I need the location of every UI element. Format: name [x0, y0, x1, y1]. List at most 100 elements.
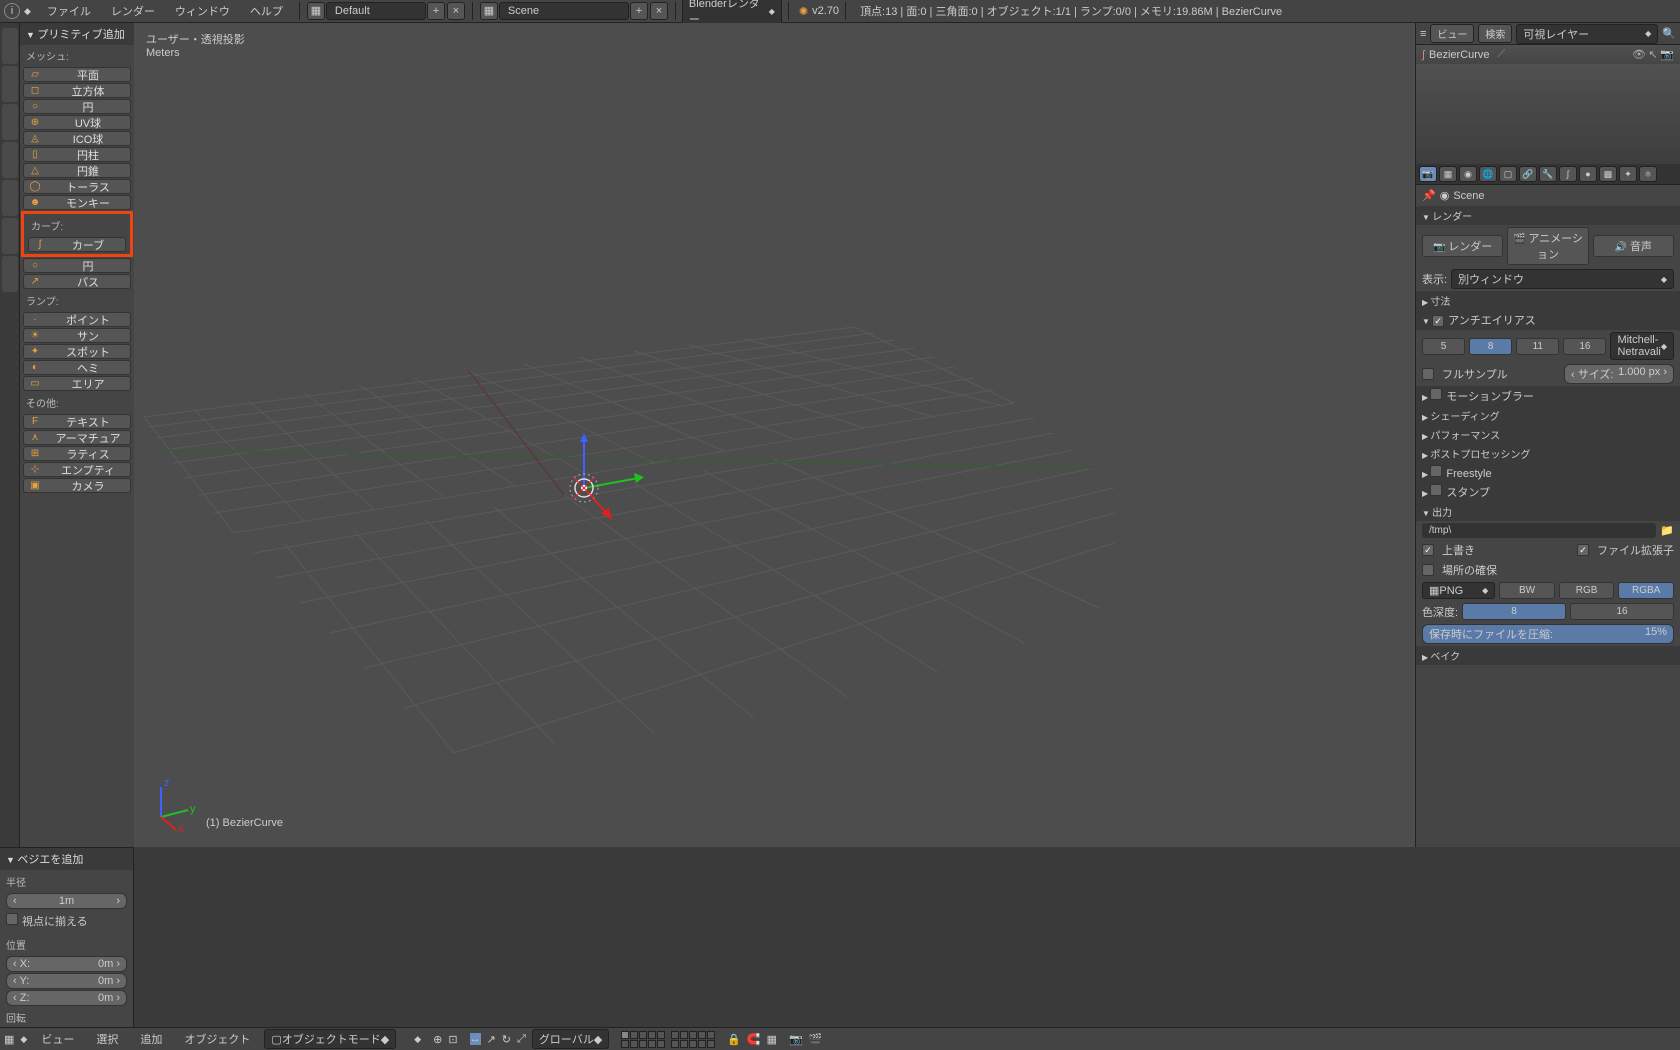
fullsample-checkbox[interactable] [1422, 368, 1434, 380]
orientation-dropdown[interactable]: グローバル ◆ [532, 1029, 609, 1049]
manipulator-toggle[interactable]: ↔ [470, 1033, 481, 1045]
vtab[interactable] [2, 104, 18, 140]
render-tab[interactable]: 📷 [1419, 166, 1437, 182]
outliner-filter-dropdown[interactable]: 可視レイヤー◆ [1516, 24, 1658, 44]
scene-field[interactable]: Scene [499, 2, 629, 20]
aa-size-field[interactable]: ‹ サイズ:1.000 px › [1564, 364, 1674, 384]
scene-add-button[interactable]: + [630, 2, 648, 20]
menu-help[interactable]: ヘルプ [240, 3, 293, 19]
add-torus-button[interactable]: ◯トーラス [23, 179, 131, 194]
add-armature-button[interactable]: ⋏アーマチュア [23, 430, 131, 445]
menu-file[interactable]: ファイル [37, 3, 101, 19]
lock-camera-icon[interactable]: 🔒 [727, 1033, 741, 1046]
outliner-item-beziercurve[interactable]: ∫ BezierCurve ⟋ 👁 ↖ 📷 [1416, 45, 1680, 64]
postproc-panel-header[interactable]: ポストプロセッシング [1416, 444, 1680, 463]
depth-16-button[interactable]: 16 [1570, 603, 1674, 620]
operator-panel-header[interactable]: ベジエを追加 [0, 848, 133, 870]
primitives-panel-header[interactable]: プリミティブ追加 [20, 23, 134, 45]
object-menu[interactable]: オブジェクト [176, 1031, 258, 1047]
format-dropdown[interactable]: ▦ PNG◆ [1422, 582, 1495, 599]
bake-panel-header[interactable]: ベイク [1416, 646, 1680, 665]
scene-dropdown-icon[interactable]: ▦ [480, 2, 498, 20]
menu-render[interactable]: レンダー [101, 3, 165, 19]
align-view-checkbox[interactable] [6, 913, 18, 925]
layout-remove-button[interactable]: × [447, 2, 465, 20]
object-tab[interactable]: ▢ [1499, 166, 1517, 182]
add-uvsphere-button[interactable]: ⊕UV球 [23, 115, 131, 130]
scene-tab[interactable]: ◉ [1459, 166, 1477, 182]
outliner-editor-icon[interactable]: ≡ [1420, 28, 1426, 40]
extension-checkbox[interactable] [1577, 544, 1589, 556]
stamp-panel-header[interactable]: スタンプ [1416, 482, 1680, 502]
3d-gizmo[interactable] [554, 428, 674, 551]
vtab[interactable] [2, 142, 18, 178]
add-lattice-button[interactable]: ⊞ラティス [23, 446, 131, 461]
add-monkey-button[interactable]: ☻モンキー [23, 195, 131, 210]
vtab[interactable] [2, 28, 18, 64]
radius-field[interactable]: ‹1m› [6, 893, 127, 909]
physics-tab[interactable]: ⚛ [1639, 166, 1657, 182]
add-empty-button[interactable]: ⊹エンプティ [23, 462, 131, 477]
render-panel-header[interactable]: レンダー [1416, 206, 1680, 225]
aa-panel-header[interactable]: アンチエイリアス [1416, 310, 1680, 330]
pin-icon[interactable]: 📌 [1422, 189, 1436, 202]
add-cylinder-button[interactable]: ▯円柱 [23, 147, 131, 162]
freestyle-panel-header[interactable]: Freestyle [1416, 463, 1680, 482]
loc-y-field[interactable]: ‹ Y:0m › [6, 973, 127, 989]
motion-blur-checkbox[interactable] [1430, 388, 1442, 400]
opengl-anim-icon[interactable]: 🎬 [809, 1033, 823, 1046]
translate-manipulator[interactable]: ↗ [487, 1033, 496, 1046]
outliner-search-menu[interactable]: 検索 [1478, 24, 1512, 43]
vtab[interactable] [2, 180, 18, 216]
add-area-lamp-button[interactable]: ▭エリア [23, 376, 131, 391]
aa-checkbox[interactable] [1432, 315, 1444, 327]
bw-button[interactable]: BW [1499, 582, 1555, 599]
renderable-icon[interactable]: 📷 [1660, 48, 1674, 61]
texture-tab[interactable]: ▩ [1599, 166, 1617, 182]
performance-panel-header[interactable]: パフォーマンス [1416, 425, 1680, 444]
snap-toggle[interactable]: 🧲 [747, 1033, 761, 1046]
rgb-button[interactable]: RGB [1559, 582, 1615, 599]
layer-buttons[interactable] [621, 1031, 715, 1048]
scene-remove-button[interactable]: × [650, 2, 668, 20]
aa-filter-dropdown[interactable]: Mitchell-Netravali◆ [1610, 332, 1674, 360]
vtab[interactable] [2, 218, 18, 254]
add-text-button[interactable]: Fテキスト [23, 414, 131, 429]
editor-type-icon[interactable]: ▦ [4, 1033, 14, 1046]
rgba-button[interactable]: RGBA [1618, 582, 1674, 599]
add-point-lamp-button[interactable]: ·ポイント [23, 312, 131, 327]
shading-panel-header[interactable]: シェーディング [1416, 406, 1680, 425]
depth-8-button[interactable]: 8 [1462, 603, 1566, 620]
overwrite-checkbox[interactable] [1422, 544, 1434, 556]
add-spot-lamp-button[interactable]: ✦スポット [23, 344, 131, 359]
info-icon[interactable]: i [4, 3, 20, 19]
scale-manipulator[interactable]: ⤢ [517, 1033, 526, 1046]
opengl-render-icon[interactable]: 📷 [789, 1033, 803, 1046]
vtab[interactable] [2, 66, 18, 102]
render-animation-button[interactable]: 🎬 アニメーション [1507, 227, 1588, 265]
layout-dropdown-icon[interactable]: ▦ [307, 2, 325, 20]
browse-path-button[interactable]: 📁 [1660, 524, 1674, 537]
add-nurbs-circle-button[interactable]: ○円 [23, 258, 131, 273]
modifiers-tab[interactable]: 🔧 [1539, 166, 1557, 182]
material-tab[interactable]: ● [1579, 166, 1597, 182]
world-tab[interactable]: 🌐 [1479, 166, 1497, 182]
constraints-tab[interactable]: 🔗 [1519, 166, 1537, 182]
add-plane-button[interactable]: ▱平面 [23, 67, 131, 82]
search-icon[interactable]: 🔍 [1662, 27, 1676, 40]
freestyle-checkbox[interactable] [1430, 465, 1442, 477]
add-camera-button[interactable]: ▣カメラ [23, 478, 131, 493]
mode-dropdown[interactable]: ▢ オブジェクトモード ◆ [264, 1029, 396, 1049]
layout-field[interactable]: Default [326, 2, 426, 20]
display-dropdown[interactable]: 別ウィンドウ◆ [1451, 269, 1674, 289]
dimensions-panel-header[interactable]: 寸法 [1416, 291, 1680, 310]
dropdown-icon[interactable]: ◆ [20, 1034, 27, 1045]
placeholder-checkbox[interactable] [1422, 564, 1434, 576]
selectable-icon[interactable]: ↖ [1646, 48, 1660, 61]
output-path-field[interactable]: /tmp\ [1422, 523, 1656, 538]
select-menu[interactable]: 選択 [88, 1031, 126, 1047]
motion-blur-panel-header[interactable]: モーションブラー [1416, 386, 1680, 406]
loc-x-field[interactable]: ‹ X:0m › [6, 956, 127, 972]
render-layers-tab[interactable]: ▦ [1439, 166, 1457, 182]
aa-16-button[interactable]: 16 [1563, 338, 1606, 355]
